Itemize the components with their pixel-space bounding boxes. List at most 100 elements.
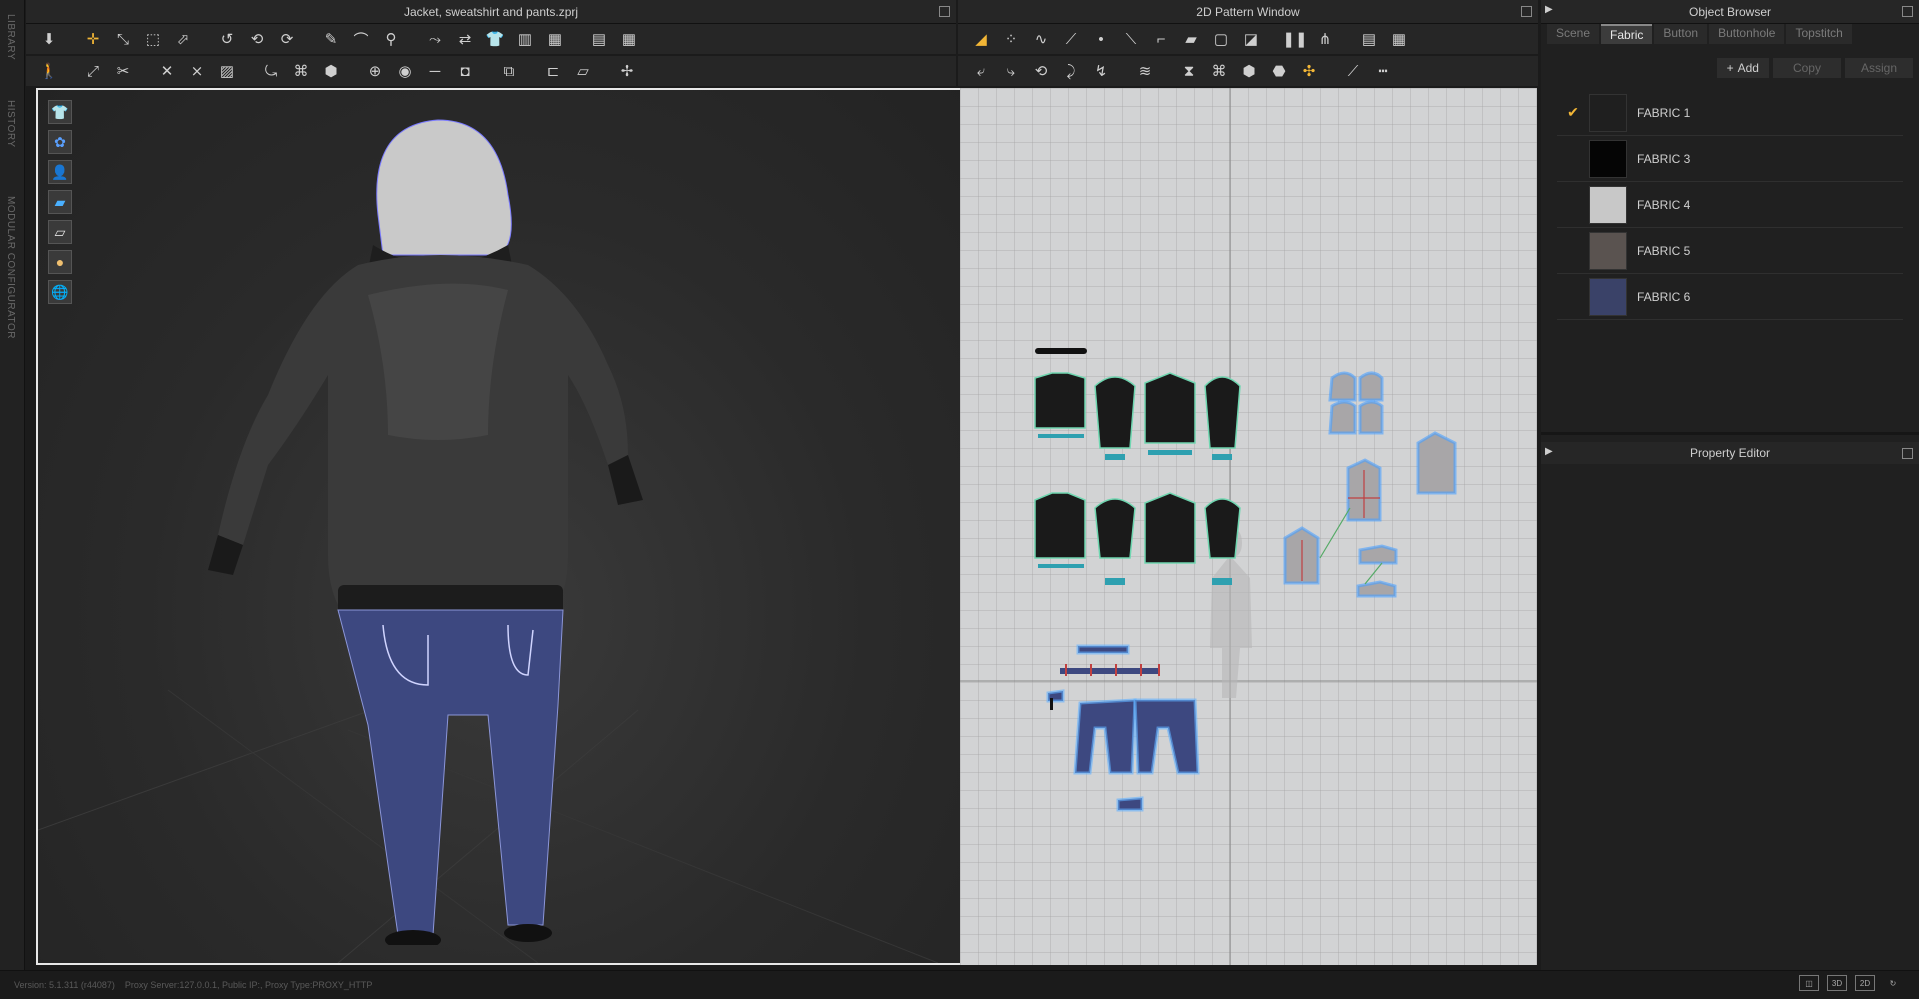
popout-icon[interactable] bbox=[1521, 6, 1532, 17]
arrow-down-icon[interactable]: ⬇ bbox=[36, 28, 62, 50]
seam-icon[interactable]: ⌘ bbox=[288, 60, 314, 82]
assign-button[interactable]: Assign bbox=[1844, 58, 1913, 78]
tab-scene[interactable]: Scene bbox=[1547, 24, 1600, 44]
button-icon[interactable]: ⊕ bbox=[362, 60, 388, 82]
shirt-icon[interactable]: ▥ bbox=[512, 28, 538, 50]
3d-view-icon[interactable]: 3D bbox=[1827, 975, 1847, 991]
tab-buttonhole[interactable]: Buttonhole bbox=[1709, 24, 1785, 44]
check-icon[interactable]: ⬢ bbox=[1236, 60, 1262, 82]
plane-icon[interactable]: ▱ bbox=[570, 60, 596, 82]
fabric-swatch bbox=[1589, 185, 1627, 224]
edit-avatar-icon[interactable]: ✕ bbox=[154, 60, 180, 82]
property-editor-titlebar: ▶ Property Editor bbox=[1541, 442, 1919, 464]
pen-icon[interactable]: ✎ bbox=[318, 28, 344, 50]
hand-icon[interactable]: ≋ bbox=[1132, 60, 1158, 82]
property-editor-title: Property Editor bbox=[1689, 446, 1771, 460]
add-button[interactable]: + Add bbox=[1716, 58, 1769, 78]
circle-icon[interactable]: ◉ bbox=[392, 60, 418, 82]
panel-divider[interactable] bbox=[1541, 432, 1919, 435]
fold-arrangement-icon[interactable]: ⤸ bbox=[1058, 60, 1084, 82]
curve-icon[interactable]: ∿ bbox=[1028, 28, 1054, 50]
grid-alt-icon[interactable]: ▦ bbox=[616, 28, 642, 50]
bounding-box-icon[interactable]: ⬚ bbox=[140, 28, 166, 50]
2d-pattern-canvas[interactable] bbox=[960, 88, 1537, 965]
pleat-icon[interactable]: ❚❚ bbox=[1282, 28, 1308, 50]
fit-icon[interactable]: ⨯ bbox=[184, 60, 210, 82]
panel-arrow-icon[interactable]: ▶ bbox=[1545, 446, 1553, 457]
stitch-icon[interactable]: ⤳ bbox=[422, 28, 448, 50]
flip-icon[interactable]: ⤿ bbox=[258, 60, 284, 82]
refresh-icon[interactable]: ↻ bbox=[1883, 975, 1903, 991]
2d-window-titlebar: 2D Pattern Window bbox=[958, 0, 1538, 24]
arrange-icon[interactable]: ⇄ bbox=[452, 28, 478, 50]
history-tab[interactable]: HISTORY bbox=[5, 100, 16, 148]
segment-icon[interactable]: ⟍ bbox=[1118, 28, 1144, 50]
dart-icon[interactable]: ⋔ bbox=[1312, 28, 1338, 50]
ruler-icon[interactable]: ⊏ bbox=[540, 60, 566, 82]
line-icon[interactable]: ─ bbox=[422, 60, 448, 82]
fabric-name: FABRIC 4 bbox=[1637, 197, 1691, 212]
edit-points-icon[interactable]: ⬀ bbox=[170, 28, 196, 50]
line-icon[interactable]: ⌐ bbox=[1148, 28, 1174, 50]
pattern-icon[interactable]: ▦ bbox=[542, 28, 568, 50]
sew-icon[interactable]: ↯ bbox=[1088, 60, 1114, 82]
fold-icon[interactable]: ⟳ bbox=[274, 28, 300, 50]
garment-icon[interactable]: ▨ bbox=[214, 60, 240, 82]
copy-button[interactable]: Copy bbox=[1772, 58, 1841, 78]
measure-icon[interactable]: ⤢ bbox=[80, 60, 106, 82]
trace-icon[interactable]: ◢ bbox=[968, 28, 994, 50]
popout-icon[interactable] bbox=[939, 6, 950, 17]
style-line-icon[interactable]: ✣ bbox=[1296, 60, 1322, 82]
pin-icon[interactable]: ⬣ bbox=[1266, 60, 1292, 82]
edit-sewing-icon[interactable]: ⧗ bbox=[1176, 60, 1202, 82]
grid-alt-icon[interactable]: ▦ bbox=[1386, 28, 1412, 50]
select-mesh-icon[interactable]: ⤡ bbox=[110, 28, 136, 50]
move-icon[interactable]: ⤷ bbox=[998, 60, 1024, 82]
topstitch-icon[interactable]: ⟋ bbox=[1340, 60, 1366, 82]
list-item[interactable]: FABRIC 5 bbox=[1557, 228, 1903, 274]
list-item[interactable]: FABRIC 3 bbox=[1557, 136, 1903, 182]
grid-icon[interactable]: ▤ bbox=[586, 28, 612, 50]
tab-fabric[interactable]: Fabric bbox=[1601, 24, 1653, 44]
library-tab[interactable]: LIBRARY bbox=[5, 14, 16, 60]
list-item[interactable]: FABRIC 6 bbox=[1557, 274, 1903, 320]
2d-view-icon[interactable]: 2D bbox=[1855, 975, 1875, 991]
dashed-line-icon[interactable]: ┅ bbox=[1370, 60, 1396, 82]
popout-icon[interactable] bbox=[1902, 448, 1913, 459]
tab-button[interactable]: Button bbox=[1654, 24, 1708, 44]
modular-configurator-tab[interactable]: MODULAR CONFIGURATOR bbox=[5, 196, 16, 339]
sew-icon[interactable]: ⌒ bbox=[348, 28, 374, 50]
rectangle-icon[interactable]: ◪ bbox=[1238, 28, 1264, 50]
transform-icon[interactable]: ⟲ bbox=[244, 28, 270, 50]
tshirt-icon[interactable]: 👕 bbox=[482, 28, 508, 50]
internal-shape-icon[interactable]: ▢ bbox=[1208, 28, 1234, 50]
fabric-name: FABRIC 3 bbox=[1637, 151, 1691, 166]
list-item[interactable]: ✔ FABRIC 1 bbox=[1557, 90, 1903, 136]
select-icon[interactable]: ⁘ bbox=[998, 28, 1024, 50]
tab-topstitch[interactable]: Topstitch bbox=[1786, 24, 1852, 44]
avatar-garment-model[interactable] bbox=[188, 105, 668, 945]
fabric-icon[interactable]: ⬢ bbox=[318, 60, 344, 82]
tape-icon[interactable]: ✂ bbox=[110, 60, 136, 82]
trace-line-icon[interactable]: ⟲ bbox=[1028, 60, 1054, 82]
list-item[interactable]: FABRIC 4 bbox=[1557, 182, 1903, 228]
panel-arrow-icon[interactable]: ▶ bbox=[1545, 4, 1553, 15]
tuck-icon[interactable]: ✢ bbox=[614, 60, 640, 82]
fold-icon[interactable]: ▰ bbox=[1178, 28, 1204, 50]
split-view-icon[interactable]: ◫ bbox=[1799, 975, 1819, 991]
avatar-icon[interactable]: 🚶 bbox=[36, 60, 62, 82]
polygon-icon[interactable]: ⟋ bbox=[1058, 28, 1084, 50]
zipper-icon[interactable]: ⧉ bbox=[496, 60, 522, 82]
rotate-icon[interactable]: ↺ bbox=[214, 28, 240, 50]
stamp-icon[interactable]: ◘ bbox=[452, 60, 478, 82]
pin-icon[interactable]: ⚲ bbox=[378, 28, 404, 50]
edit-pattern-icon[interactable]: ⤶ bbox=[968, 60, 994, 82]
grid-icon[interactable]: ▤ bbox=[1356, 28, 1382, 50]
move-icon[interactable]: ✛ bbox=[80, 28, 106, 50]
free-sew-icon[interactable]: ⌘ bbox=[1206, 60, 1232, 82]
popout-icon[interactable] bbox=[1902, 6, 1913, 17]
point-icon[interactable]: • bbox=[1088, 28, 1114, 50]
3d-viewport[interactable]: 👕 ✿ 👤 ▰ ▱ ● 🌐 bbox=[36, 88, 977, 965]
3d-toolbar-row1: ⬇ ✛ ⤡ ⬚ ⬀ ↺ ⟲ ⟳ ✎ ⌒ ⚲ ⤳ ⇄ 👕 ▥ ▦ ▤ ▦ bbox=[26, 24, 956, 54]
status-bar: Version: 5.1.311 (r44087) Proxy Server:1… bbox=[0, 970, 1919, 999]
